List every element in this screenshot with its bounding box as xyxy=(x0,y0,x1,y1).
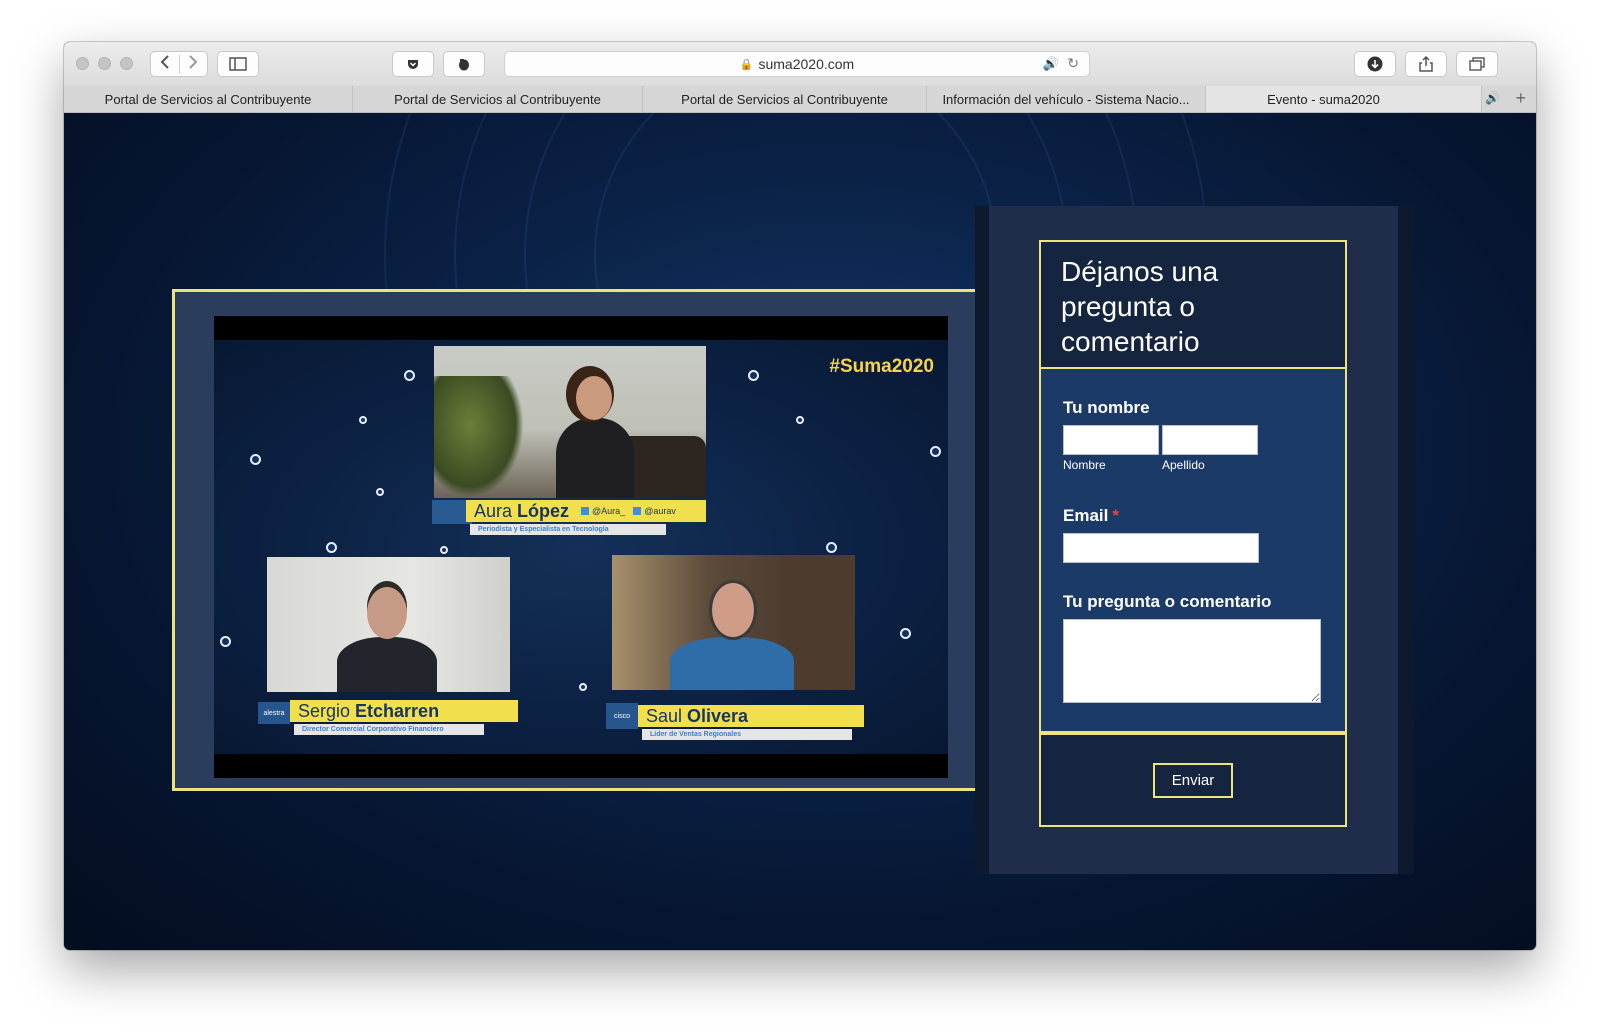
tab-portal-2[interactable]: Portal de Servicios al Contribuyente xyxy=(353,86,643,112)
url-text: suma2020.com xyxy=(758,56,855,72)
speaker-first-name: Aura xyxy=(474,500,513,521)
deco-dot xyxy=(404,370,415,381)
social-handles: @Aura_ @aurav xyxy=(581,506,676,516)
saul-role: Líder de Ventas Regionales xyxy=(642,729,852,740)
first-name-sublabel: Nombre xyxy=(1063,458,1106,472)
form-title: Déjanos una pregunta o comentario xyxy=(1061,256,1219,357)
tab-portal-1[interactable]: Portal de Servicios al Contribuyente xyxy=(64,86,353,112)
deco-dot xyxy=(826,542,837,553)
event-page: #Suma2020 Aura López @Aura_ @aurav Perio… xyxy=(64,113,1536,950)
tabs-overview-icon[interactable] xyxy=(1456,51,1498,77)
sergio-role: Director Comercial Corporativo Financier… xyxy=(294,724,484,735)
reload-icon[interactable]: ↻ xyxy=(1067,55,1079,72)
saul-nameplate: Saul Olivera xyxy=(638,705,864,727)
deco-dot xyxy=(220,636,231,647)
speaker-head xyxy=(712,583,754,637)
aura-role: Periodista y Especialista en Tecnología xyxy=(470,524,666,535)
speaker-body xyxy=(337,637,437,692)
video-player[interactable]: #Suma2020 Aura López @Aura_ @aurav Perio… xyxy=(214,316,948,778)
address-bar[interactable]: 🔒 suma2020.com 🔊 ↻ xyxy=(504,51,1090,77)
sergio-nameplate: Sergio Etcharren xyxy=(290,700,518,722)
minimize-window-button[interactable] xyxy=(98,57,111,70)
speaker-head xyxy=(367,587,407,639)
question-form: Tu nombre Nombre Apellido Email * Tu preg… xyxy=(1039,369,1347,733)
deco-dot xyxy=(796,416,804,424)
linkedin-handle: @aurav xyxy=(644,506,676,516)
deco-dot xyxy=(250,454,261,465)
name-label: Tu nombre xyxy=(1063,398,1150,417)
evernote-icon[interactable] xyxy=(443,51,485,77)
speaker-video-saul xyxy=(612,555,855,690)
speaker-video-aura xyxy=(434,346,706,498)
download-icon[interactable] xyxy=(1354,51,1396,77)
lock-icon: 🔒 xyxy=(739,58,754,71)
question-form-panel: Déjanos una pregunta o comentario Tu nom… xyxy=(989,206,1398,874)
speaker-first-name: Saul xyxy=(646,705,683,726)
speaker-body xyxy=(670,637,794,690)
alestra-logo: alestra xyxy=(258,702,290,724)
speaker-head xyxy=(576,376,612,420)
comment-label: Tu pregunta o comentario xyxy=(1063,592,1272,611)
tab-audio-icon[interactable]: 🔊 xyxy=(1485,91,1500,105)
deco-dot xyxy=(748,370,759,381)
email-label: Email * xyxy=(1063,506,1119,526)
event-hashtag: #Suma2020 xyxy=(829,356,934,377)
plant-decoration xyxy=(434,376,524,498)
tab-portal-3[interactable]: Portal de Servicios al Contribuyente xyxy=(643,86,927,112)
speaker-last-name: Olivera xyxy=(687,705,749,726)
browser-toolbar: 🔒 suma2020.com 🔊 ↻ xyxy=(64,42,1536,87)
speaker-last-name: Etcharren xyxy=(355,700,440,721)
email-field[interactable] xyxy=(1063,533,1259,563)
browser-window: 🔒 suma2020.com 🔊 ↻ Portal de Servicios a… xyxy=(64,42,1536,950)
deco-dot xyxy=(359,416,367,424)
last-name-input[interactable] xyxy=(1162,425,1258,455)
audio-icon[interactable]: 🔊 xyxy=(1043,56,1059,72)
speaker-last-name: López xyxy=(517,500,570,521)
email-label-text: Email xyxy=(1063,506,1109,525)
back-icon[interactable] xyxy=(151,54,180,74)
forward-icon[interactable] xyxy=(180,54,208,74)
close-window-button[interactable] xyxy=(76,57,89,70)
back-forward-group xyxy=(150,51,208,77)
tab-evento[interactable]: Evento - suma2020 xyxy=(1206,86,1482,112)
first-name-input[interactable] xyxy=(1063,425,1159,455)
share-icon[interactable] xyxy=(1405,51,1447,77)
sidebar-icon[interactable] xyxy=(217,51,259,77)
submit-button[interactable]: Enviar xyxy=(1153,763,1233,798)
video-frame: #Suma2020 Aura López @Aura_ @aurav Perio… xyxy=(172,289,990,791)
video-stage: #Suma2020 Aura López @Aura_ @aurav Perio… xyxy=(214,340,948,754)
aura-nameplate: Aura López @Aura_ @aurav xyxy=(466,500,706,522)
twitter-handle: @Aura_ xyxy=(592,506,626,516)
twitter-icon xyxy=(581,507,590,515)
speaker-first-name: Sergio xyxy=(298,700,351,721)
deco-dot xyxy=(579,683,587,691)
tab-vehiculo[interactable]: Información del vehículo - Sistema Nacio… xyxy=(927,86,1206,112)
comment-textarea[interactable] xyxy=(1063,619,1321,703)
linkedin-icon xyxy=(633,507,642,515)
deco-dot xyxy=(440,546,448,554)
cisco-logo: cisco xyxy=(606,703,638,729)
required-asterisk: * xyxy=(1112,506,1119,525)
speaker-video-sergio xyxy=(267,557,510,692)
form-header: Déjanos una pregunta o comentario xyxy=(1039,240,1347,369)
form-footer: Enviar xyxy=(1039,733,1347,827)
tab-bar: Portal de Servicios al Contribuyente Por… xyxy=(64,86,1536,113)
speaker-body xyxy=(556,418,634,498)
pocket-icon[interactable] xyxy=(392,51,434,77)
deco-dot xyxy=(930,446,941,457)
new-tab-icon[interactable]: + xyxy=(1515,88,1526,109)
last-name-sublabel: Apellido xyxy=(1162,458,1205,472)
zoom-window-button[interactable] xyxy=(120,57,133,70)
deco-dot xyxy=(326,542,337,553)
deco-dot xyxy=(376,488,384,496)
deco-dot xyxy=(900,628,911,639)
